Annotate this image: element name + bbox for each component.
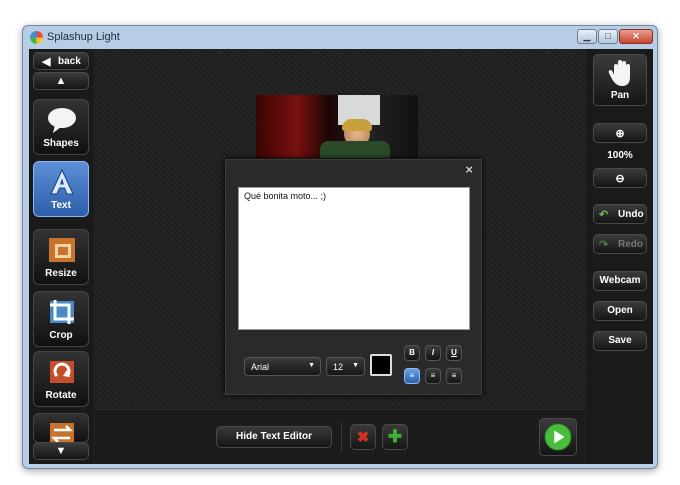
tool-flip[interactable] [33, 413, 89, 445]
tool-rotate[interactable]: Rotate [33, 351, 89, 407]
dropdown-arrow-icon: ▼ [352, 362, 359, 369]
add-text-button[interactable]: ✚ [382, 424, 408, 450]
zoom-in-icon: ⊕ [615, 128, 625, 140]
align-right-button[interactable]: ≡ [446, 368, 462, 384]
text-editor-dialog: × Qué bonita moto... ;) Arial ▼ 12 ▼ B I… [225, 159, 482, 395]
font-value: Arial [251, 362, 270, 372]
align-center-button[interactable]: ≡ [425, 368, 441, 384]
tool-label: Text [51, 200, 71, 211]
tool-label: Rotate [45, 390, 77, 401]
font-select[interactable]: Arial ▼ [244, 357, 321, 376]
undo-label: Undo [618, 209, 644, 220]
zoom-in-button[interactable]: ⊕ [593, 123, 647, 143]
bottom-bar: Hide Text Editor ✖ ✚ [95, 409, 585, 464]
redo-arrow-icon: ↷ [599, 239, 609, 251]
font-size-select[interactable]: 12 ▼ [326, 357, 365, 376]
speech-bubble-icon [48, 108, 76, 133]
tool-label: Resize [45, 268, 77, 279]
pan-button[interactable]: Pan [593, 54, 647, 106]
italic-button[interactable]: I [425, 345, 441, 361]
red-x-icon: ✖ [356, 429, 370, 446]
green-plus-icon: ✚ [387, 427, 403, 446]
app-client-area: ◀ back ▲ Shapes Text Resize Crop Rotate … [29, 49, 653, 464]
underline-button[interactable]: U [446, 345, 462, 361]
tool-text[interactable]: Text [33, 161, 89, 217]
divider [341, 422, 342, 452]
apply-button[interactable] [539, 418, 577, 456]
tool-label: Shapes [43, 138, 79, 149]
back-label: back [58, 56, 81, 67]
motorbike [320, 141, 390, 158]
bold-button[interactable]: B [404, 345, 420, 361]
webcam-button[interactable]: Webcam [593, 271, 647, 291]
text-a-icon [50, 168, 74, 195]
zoom-out-button[interactable]: ⊖ [593, 168, 647, 188]
align-left-button[interactable]: ≡ [404, 368, 420, 384]
open-button[interactable]: Open [593, 301, 647, 321]
tool-crop[interactable]: Crop [33, 291, 89, 347]
crop-icon [50, 300, 74, 324]
resize-icon [49, 238, 75, 262]
left-toolbar: ◀ back ▲ Shapes Text Resize Crop Rotate … [29, 49, 93, 464]
font-size-value: 12 [333, 362, 344, 372]
cancel-button[interactable]: ✖ [350, 424, 376, 450]
save-button[interactable]: Save [593, 331, 647, 351]
text-color-swatch[interactable] [370, 354, 392, 376]
text-editor-textarea[interactable]: Qué bonita moto... ;) [238, 187, 470, 330]
app-window: Splashup Light ▁ □ ✕ ◀ back ▲ Shapes Tex… [22, 25, 658, 469]
zoom-out-icon: ⊖ [615, 173, 625, 185]
hide-text-editor-button[interactable]: Hide Text Editor [216, 426, 332, 448]
undo-arrow-icon: ↶ [599, 209, 609, 221]
dropdown-arrow-icon: ▼ [308, 362, 315, 369]
scroll-up-button[interactable]: ▲ [33, 72, 89, 90]
pan-label: Pan [610, 90, 630, 101]
rotate-icon [50, 361, 74, 383]
chevron-down-icon: ▼ [55, 445, 67, 457]
hand-icon [608, 60, 630, 86]
redo-button[interactable]: ↷ Redo [593, 234, 647, 254]
window-title: Splashup Light [47, 31, 120, 43]
image-canvas[interactable]: × Qué bonita moto... ;) Arial ▼ 12 ▼ B I… [95, 49, 585, 407]
play-icon [544, 423, 572, 451]
tool-resize[interactable]: Resize [33, 229, 89, 285]
close-window-button[interactable]: ✕ [619, 29, 653, 44]
title-bar[interactable]: Splashup Light ▁ □ ✕ [23, 26, 657, 49]
right-toolbar: Pan ⊕ 100% ⊖ ↶ Undo ↷ Redo Webcam Open S… [587, 49, 653, 464]
scroll-down-button[interactable]: ▼ [33, 442, 89, 460]
chevron-up-icon: ▲ [55, 75, 67, 87]
photo-image [256, 95, 418, 158]
back-button[interactable]: ◀ back [33, 52, 89, 70]
tool-shapes[interactable]: Shapes [33, 99, 89, 155]
maximize-button[interactable]: □ [598, 29, 618, 44]
dialog-close-button[interactable]: × [465, 162, 473, 177]
zoom-level: 100% [607, 150, 633, 161]
tool-label: Crop [49, 330, 73, 341]
splashup-logo-icon [30, 31, 43, 44]
redo-label: Redo [618, 239, 643, 250]
minimize-button[interactable]: ▁ [577, 29, 597, 44]
undo-button[interactable]: ↶ Undo [593, 204, 647, 224]
person-hair [342, 119, 372, 131]
back-arrow-icon: ◀ [42, 56, 51, 68]
